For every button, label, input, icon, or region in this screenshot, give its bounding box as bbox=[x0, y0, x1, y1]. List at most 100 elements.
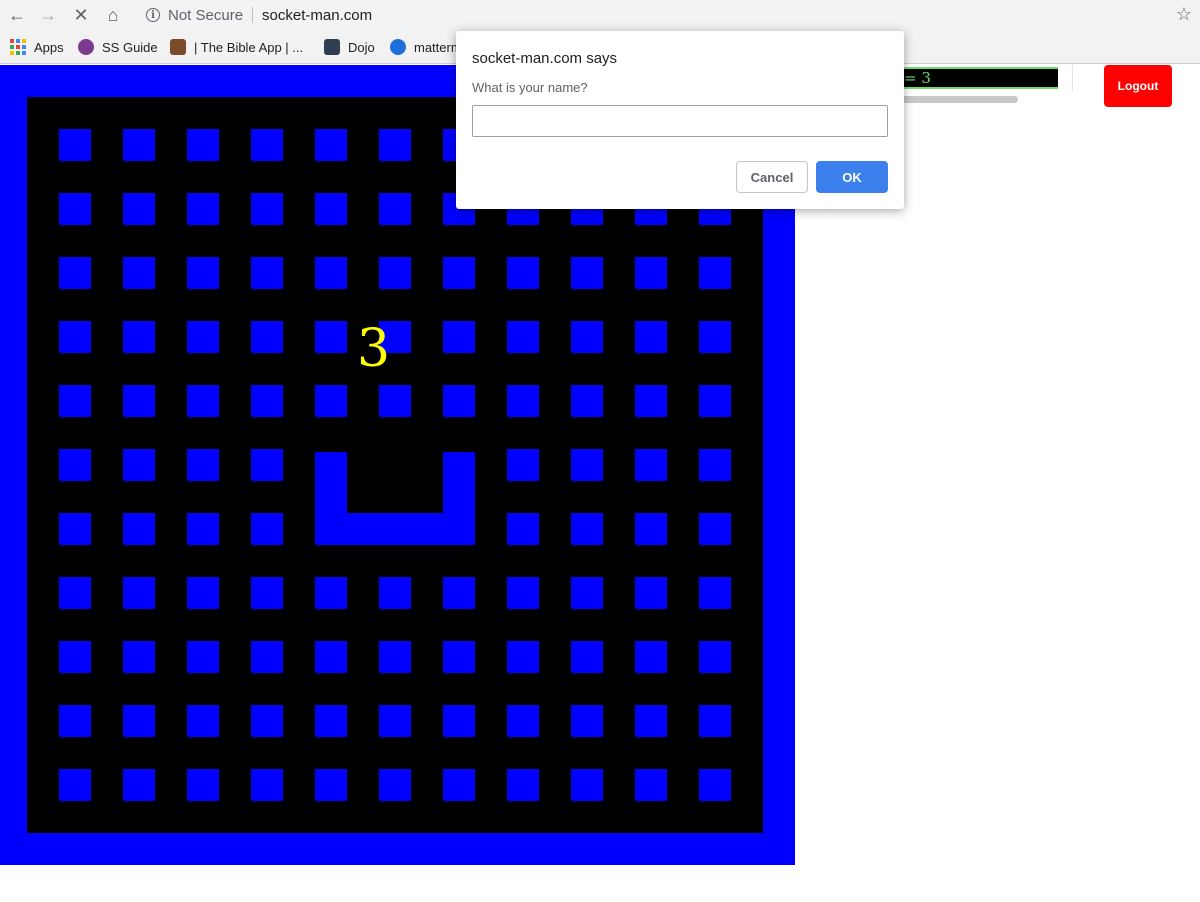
maze-wall-block bbox=[123, 129, 155, 161]
maze-wall-block bbox=[123, 257, 155, 289]
maze-wall-block bbox=[315, 705, 347, 737]
scoreboard: = 3 bbox=[898, 65, 1058, 105]
forward-icon[interactable]: → bbox=[37, 4, 59, 26]
maze-wall-block bbox=[123, 449, 155, 481]
bookmark-apps[interactable]: Apps bbox=[10, 38, 64, 56]
maze-wall-block bbox=[507, 321, 539, 353]
maze-wall-block bbox=[251, 769, 283, 801]
maze-wall-block bbox=[187, 385, 219, 417]
maze-wall-block bbox=[59, 705, 91, 737]
bookmark-star-icon[interactable]: ☆ bbox=[1176, 4, 1192, 25]
maze-wall-block bbox=[507, 449, 539, 481]
maze-wall-block bbox=[379, 257, 411, 289]
maze-wall-block bbox=[187, 321, 219, 353]
address-divider bbox=[252, 7, 254, 23]
bookmark-label: matterm bbox=[414, 39, 462, 55]
maze-wall-block bbox=[187, 705, 219, 737]
maze-wall-block bbox=[635, 769, 667, 801]
countdown-number: 3 bbox=[357, 319, 391, 379]
bookmark-mattermost[interactable]: matterm bbox=[390, 38, 462, 56]
apps-grid-icon bbox=[10, 39, 26, 55]
maze-wall-block bbox=[59, 321, 91, 353]
maze-wall-block bbox=[379, 641, 411, 673]
maze-wall-block bbox=[187, 513, 219, 545]
maze-wall-block bbox=[507, 257, 539, 289]
maze-wall-block bbox=[59, 193, 91, 225]
maze-wall-block bbox=[123, 577, 155, 609]
maze-wall-block bbox=[571, 385, 603, 417]
maze-wall-block bbox=[443, 769, 475, 801]
cancel-button[interactable]: Cancel bbox=[736, 161, 808, 193]
maze-wall-block bbox=[59, 513, 91, 545]
maze-wall-block bbox=[123, 705, 155, 737]
logout-button[interactable]: Logout bbox=[1104, 65, 1172, 107]
maze-wall-block bbox=[251, 257, 283, 289]
maze-wall-block bbox=[251, 449, 283, 481]
info-icon[interactable]: i bbox=[146, 8, 160, 22]
maze-wall-block bbox=[315, 129, 347, 161]
maze-wall-block bbox=[187, 641, 219, 673]
maze-wall-block bbox=[443, 385, 475, 417]
maze-wall-block bbox=[571, 641, 603, 673]
name-input[interactable] bbox=[472, 105, 888, 137]
maze-wall-block bbox=[443, 641, 475, 673]
maze-wall-block bbox=[699, 769, 731, 801]
url-text[interactable]: socket-man.com bbox=[262, 7, 372, 24]
score-bar: = 3 bbox=[898, 67, 1058, 89]
maze-wall-block bbox=[251, 193, 283, 225]
dialog-message: What is your name? bbox=[472, 80, 588, 95]
maze-wall-block bbox=[315, 321, 347, 353]
maze-wall-block bbox=[635, 449, 667, 481]
security-label: Not Secure bbox=[168, 6, 244, 24]
maze-wall-block bbox=[379, 705, 411, 737]
maze-wall-block bbox=[379, 385, 411, 417]
maze-wall-block bbox=[251, 321, 283, 353]
dojo-icon bbox=[324, 39, 340, 55]
scoreboard-scrollbar[interactable] bbox=[898, 96, 1018, 103]
ok-button[interactable]: OK bbox=[816, 161, 888, 193]
maze-wall-block bbox=[315, 769, 347, 801]
maze-wall-block bbox=[251, 577, 283, 609]
maze-wall-block bbox=[251, 705, 283, 737]
maze-wall-block bbox=[699, 577, 731, 609]
maze-wall-block bbox=[699, 257, 731, 289]
back-icon[interactable]: ← bbox=[6, 4, 28, 26]
maze-wall-block bbox=[635, 641, 667, 673]
maze-wall-block bbox=[251, 641, 283, 673]
maze-wall-block bbox=[443, 577, 475, 609]
maze-wall-block bbox=[315, 577, 347, 609]
address-bar[interactable]: i Not Secure socket-man.com bbox=[136, 2, 1176, 28]
bookmark-label: | The Bible App | ... bbox=[194, 39, 304, 55]
maze-wall-block bbox=[507, 385, 539, 417]
stop-loading-icon[interactable]: ✕ bbox=[70, 4, 92, 26]
maze-wall-block bbox=[59, 449, 91, 481]
maze-wall-block bbox=[379, 193, 411, 225]
scoreboard-divider bbox=[1072, 65, 1073, 91]
maze-wall-block bbox=[59, 385, 91, 417]
bible-app-icon bbox=[170, 39, 186, 55]
maze-wall-block bbox=[571, 705, 603, 737]
maze-wall-block bbox=[635, 577, 667, 609]
bookmark-dojo[interactable]: Dojo bbox=[324, 38, 375, 56]
maze-wall-block bbox=[379, 129, 411, 161]
bookmark-label: Dojo bbox=[348, 39, 375, 55]
maze-wall-block bbox=[123, 513, 155, 545]
maze-wall-block bbox=[315, 641, 347, 673]
maze-wall-block bbox=[187, 449, 219, 481]
maze-wall-block bbox=[187, 769, 219, 801]
bookmark-bible-app[interactable]: | The Bible App | ... bbox=[170, 38, 303, 56]
maze-wall-block bbox=[59, 257, 91, 289]
maze-wall-block bbox=[123, 769, 155, 801]
bookmark-ss-guide[interactable]: SS Guide bbox=[78, 38, 158, 56]
maze-wall-block bbox=[571, 577, 603, 609]
maze-wall-block bbox=[123, 385, 155, 417]
maze-wall-block bbox=[379, 577, 411, 609]
maze-wall-block bbox=[571, 449, 603, 481]
maze-wall-block bbox=[699, 705, 731, 737]
maze-wall-block bbox=[379, 769, 411, 801]
maze-wall-block bbox=[59, 129, 91, 161]
maze-wall-block bbox=[315, 257, 347, 289]
maze-wall-block bbox=[635, 513, 667, 545]
maze-wall-block bbox=[699, 449, 731, 481]
home-icon[interactable]: ⌂ bbox=[102, 4, 124, 26]
